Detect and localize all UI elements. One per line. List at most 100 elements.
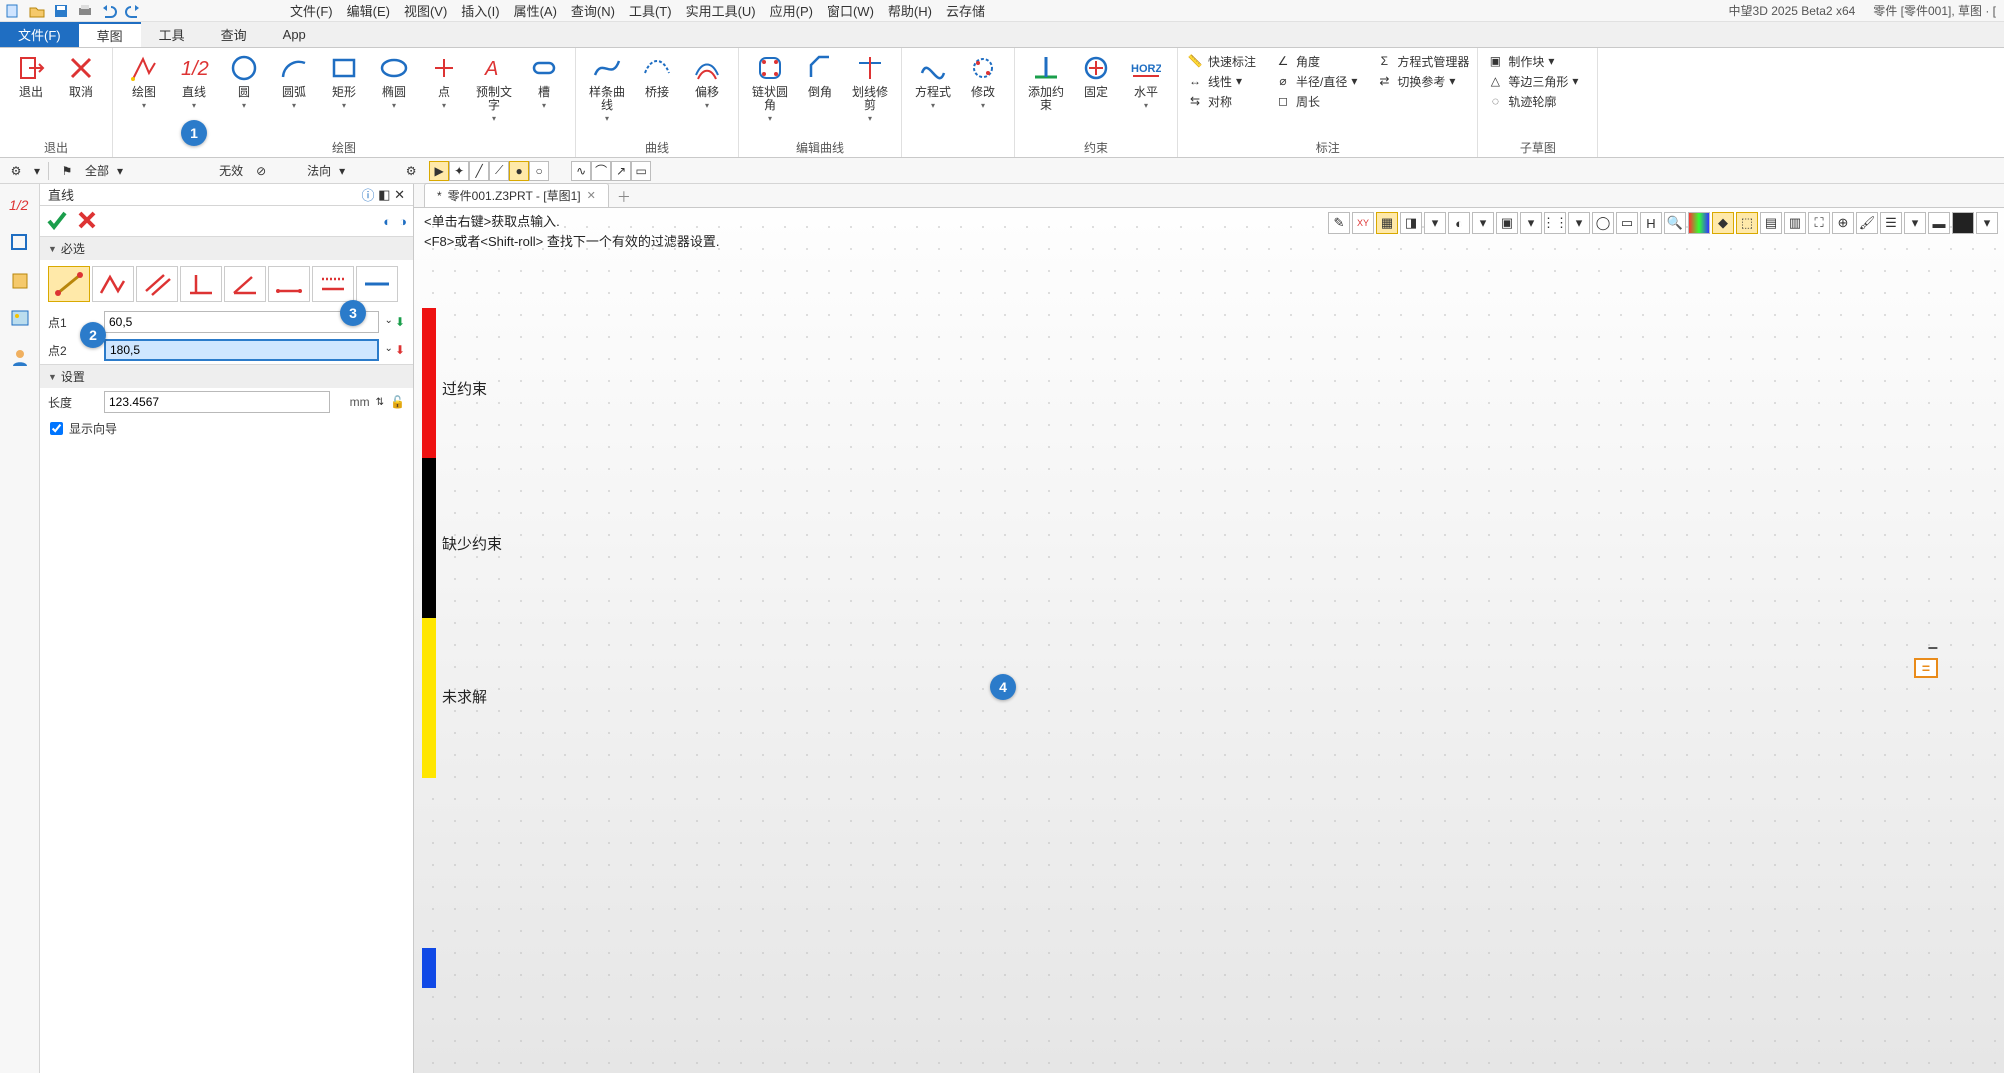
line-button[interactable]: 1/2 直线▾ 1 (171, 52, 217, 110)
pick2-icon[interactable]: ╱ (469, 161, 489, 181)
addconstraint-button[interactable]: 添加约束 (1023, 52, 1069, 112)
pick5-icon[interactable]: ○ (529, 161, 549, 181)
section-settings-header[interactable]: 设置 (40, 365, 413, 388)
new-tab-button[interactable]: ＋ (609, 187, 639, 207)
fix-button[interactable]: 固定 (1073, 52, 1119, 99)
chainfillet-button[interactable]: 链状圆角▾ (747, 52, 793, 123)
radius-button[interactable]: ⌀半径/直径 ▾ (1274, 72, 1357, 90)
close-tab-icon[interactable]: ✕ (587, 189, 596, 202)
vb-colorbar-icon[interactable] (1688, 212, 1710, 234)
vb-list-icon[interactable]: ☰ (1880, 212, 1902, 234)
quickdim-button[interactable]: 📏快速标注 (1186, 52, 1256, 70)
vb-target-icon[interactable]: ⊕ (1832, 212, 1854, 234)
filter-settings-icon[interactable]: ⚙ (6, 161, 26, 181)
filter-invalid-icon[interactable]: ⊘ (251, 161, 271, 181)
vb-circle-icon[interactable]: ◯ (1592, 212, 1614, 234)
pick3-icon[interactable]: ⟋ (489, 161, 509, 181)
vb-dots-icon[interactable]: ⋮⋮ (1544, 212, 1566, 234)
sketch-canvas[interactable]: <单击右键>获取点输入. <F8>或者<Shift-roll> 查找下一个有效的… (414, 208, 2004, 1073)
menu-cloud[interactable]: 云存储 (946, 1, 985, 20)
tab-sketch[interactable]: 草图 (79, 22, 141, 47)
vb-pencil-icon[interactable]: ✎ (1328, 212, 1350, 234)
print-icon[interactable] (76, 2, 94, 20)
vb-dd3-icon[interactable]: ▾ (1520, 212, 1542, 234)
tree-icon[interactable] (7, 230, 33, 256)
circle-button[interactable]: 圆▾ (221, 52, 267, 110)
trace-button[interactable]: ◌轨迹轮廓 (1486, 92, 1578, 110)
pick4-icon[interactable]: ● (509, 161, 529, 181)
snap4-icon[interactable]: ▭ (631, 161, 651, 181)
point1-dropdown-icon[interactable]: ⌄ (385, 315, 393, 329)
show-guide-checkbox[interactable] (50, 422, 63, 435)
point1-input[interactable] (104, 311, 379, 333)
save-icon[interactable] (52, 2, 70, 20)
mode-parallel[interactable] (136, 266, 178, 302)
cancel-button[interactable]: 取消 (58, 52, 104, 99)
slot-button[interactable]: 槽▾ (521, 52, 567, 110)
menu-app[interactable]: 应用(P) (770, 1, 813, 20)
menu-tools[interactable]: 工具(T) (629, 1, 672, 20)
linear-button[interactable]: ↔线性 ▾ (1186, 72, 1256, 90)
mode-perp[interactable] (180, 266, 222, 302)
vb-shade-icon[interactable]: ◐ (1448, 212, 1470, 234)
makeblock-button[interactable]: ▣制作块 ▾ (1486, 52, 1578, 70)
point2-input[interactable] (104, 339, 379, 361)
new-icon[interactable] (4, 2, 22, 20)
menu-util[interactable]: 实用工具(U) (686, 1, 756, 20)
panel-left-icon[interactable]: ◐ (383, 214, 391, 229)
vb-h-icon[interactable]: H (1640, 212, 1662, 234)
filter-flag-icon[interactable]: ⚑ (57, 161, 77, 181)
chamfer-button[interactable]: 倒角 (797, 52, 843, 99)
vb-sel2-icon[interactable]: ⬚ (1736, 212, 1758, 234)
length-stepper-icon[interactable]: ⇅ (376, 397, 384, 408)
vb-grid-icon[interactable]: ▦ (1376, 212, 1398, 234)
filter-scope[interactable]: 全部 (85, 162, 109, 179)
exit-button[interactable]: 退出 (8, 52, 54, 99)
tab-file[interactable]: 文件(F) (0, 22, 79, 47)
panel-info-icon[interactable]: ⓘ (362, 185, 375, 204)
vb-screen1-icon[interactable]: ▬ (1928, 212, 1950, 234)
vb-dd4-icon[interactable]: ▾ (1568, 212, 1590, 234)
vb-sel1-icon[interactable]: ◆ (1712, 212, 1734, 234)
document-tab[interactable]: * 零件001.Z3PRT - [草图1] ✕ (424, 183, 609, 207)
offset-button[interactable]: 偏移▾ (684, 52, 730, 110)
menu-query[interactable]: 查询(N) (571, 1, 615, 20)
eqmgr-button[interactable]: Σ方程式管理器 (1375, 52, 1469, 70)
box-icon[interactable] (7, 268, 33, 294)
tab-app[interactable]: App (265, 22, 324, 47)
section-required-header[interactable]: 必选 (40, 237, 413, 260)
length-lock-icon[interactable]: 🔓 (390, 395, 405, 409)
point2-dropdown-icon[interactable]: ⌄ (385, 343, 393, 357)
vb-screen2-icon[interactable] (1952, 212, 1974, 234)
mode-polyline[interactable] (92, 266, 134, 302)
menu-window[interactable]: 窗口(W) (827, 1, 874, 20)
vb-dd5-icon[interactable]: ▾ (1904, 212, 1926, 234)
panel-dock-icon[interactable]: ◧ (378, 187, 390, 203)
switchref-button[interactable]: ⇄切换参考 ▾ (1375, 72, 1469, 90)
point2-pick-icon[interactable]: ⬇ (395, 343, 405, 357)
pick1-icon[interactable]: ✦ (449, 161, 469, 181)
gear-icon[interactable]: ⚙ (401, 161, 421, 181)
vb-layer2-icon[interactable]: ▥ (1784, 212, 1806, 234)
spline-button[interactable]: 样条曲线▾ (584, 52, 630, 123)
vb-magnify-icon[interactable]: 🔍 (1664, 212, 1686, 234)
panel-right-icon[interactable]: ◑ (399, 214, 407, 229)
mode-hv[interactable] (268, 266, 310, 302)
draw-button[interactable]: 绘图▾ (121, 52, 167, 110)
menu-attr[interactable]: 属性(A) (514, 1, 557, 20)
line-tool-icon[interactable]: 1/2 (7, 192, 33, 218)
snap2-icon[interactable]: ⌒ (591, 161, 611, 181)
vb-dd1-icon[interactable]: ▾ (1424, 212, 1446, 234)
snap1-icon[interactable]: ∿ (571, 161, 591, 181)
menu-help[interactable]: 帮助(H) (888, 1, 932, 20)
horizontal-button[interactable]: HORZ水平▾ (1123, 52, 1169, 110)
tab-query[interactable]: 查询 (203, 22, 265, 47)
tab-tools[interactable]: 工具 (141, 22, 203, 47)
length-input[interactable] (104, 391, 330, 413)
bridge-button[interactable]: 桥接 (634, 52, 680, 99)
vb-dd6-icon[interactable]: ▾ (1976, 212, 1998, 234)
vb-cube-icon[interactable]: ◨ (1400, 212, 1422, 234)
modify-button[interactable]: 修改▾ (960, 52, 1006, 110)
vb-rect-icon[interactable]: ▭ (1616, 212, 1638, 234)
equation-button[interactable]: 方程式▾ (910, 52, 956, 110)
